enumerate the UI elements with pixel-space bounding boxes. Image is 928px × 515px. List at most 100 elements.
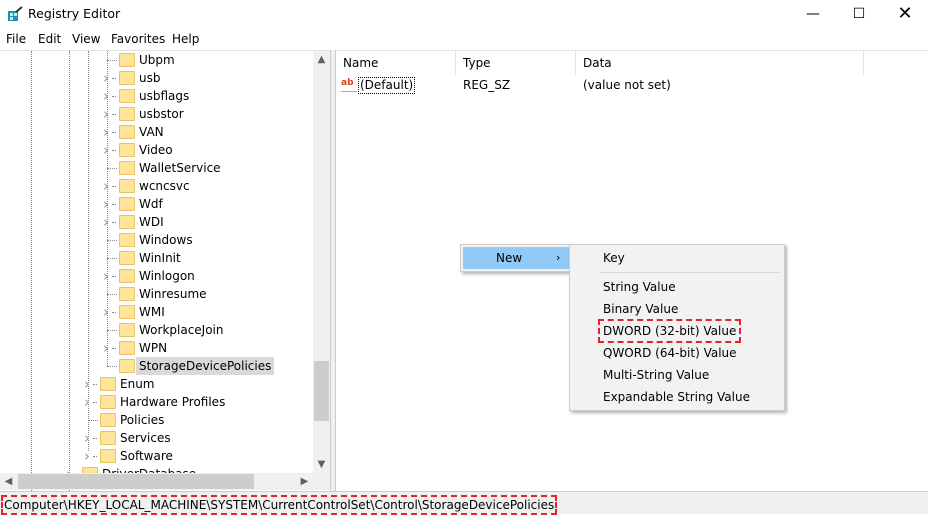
tree-item-label: Services xyxy=(120,431,171,445)
tree-item[interactable]: Winresume xyxy=(0,285,313,303)
registry-tree[interactable]: Ubpm › usb › usbflags › usbstor › VAN › Video Walle… xyxy=(0,50,330,491)
folder-icon xyxy=(100,413,116,427)
column-data[interactable]: Data xyxy=(576,51,864,75)
tree-item[interactable]: Windows xyxy=(0,231,313,249)
tree-item-label: WorkplaceJoin xyxy=(139,323,224,337)
tree-item-label: WMI xyxy=(139,305,165,319)
tree-item[interactable]: WinInit xyxy=(0,249,313,267)
submenu-binary-value[interactable]: Binary Value xyxy=(603,298,678,320)
menu-view[interactable]: View xyxy=(72,32,100,46)
value-data: (value not set) xyxy=(583,78,671,92)
submenu-expandable-string-value[interactable]: Expandable String Value xyxy=(603,386,750,408)
tree-item[interactable]: Ubpm xyxy=(0,51,313,69)
tree-item-label: Enum xyxy=(120,377,155,391)
tree-horizontal-scrollbar[interactable]: ◀ ▶ xyxy=(0,473,330,490)
tree-item-label: Windows xyxy=(139,233,193,247)
window-title: Registry Editor xyxy=(28,6,121,21)
tree-item-label: Winlogon xyxy=(139,269,195,283)
tree-item[interactable]: › Winlogon xyxy=(0,267,313,285)
title-bar: Registry Editor — ☐ ✕ xyxy=(0,0,928,30)
folder-icon xyxy=(119,197,135,211)
menu-item-new[interactable]: New › xyxy=(463,247,569,269)
submenu-qword-value[interactable]: QWORD (64-bit) Value xyxy=(603,342,737,364)
folder-icon xyxy=(119,143,135,157)
folder-icon xyxy=(119,89,135,103)
context-menu: New › xyxy=(460,244,570,272)
scroll-right-icon[interactable]: ▶ xyxy=(296,473,313,490)
menu-favorites[interactable]: Favorites xyxy=(111,32,165,46)
tree-item[interactable]: › Wdf xyxy=(0,195,313,213)
tree-vertical-scrollbar[interactable]: ▲ ▼ xyxy=(313,51,330,473)
scroll-left-icon[interactable]: ◀ xyxy=(0,473,17,490)
submenu-multi-string-value[interactable]: Multi-String Value xyxy=(603,364,709,386)
tree-item[interactable]: › VAN xyxy=(0,123,313,141)
tree-item[interactable]: StorageDevicePolicies xyxy=(0,357,313,375)
tree-item[interactable]: › usbstor xyxy=(0,105,313,123)
folder-icon xyxy=(119,305,135,319)
scroll-up-icon[interactable]: ▲ xyxy=(313,51,330,68)
submenu-string-value[interactable]: String Value xyxy=(603,276,676,298)
folder-icon xyxy=(119,251,135,265)
registry-path: Computer\HKEY_LOCAL_MACHINE\SYSTEM\Curre… xyxy=(1,495,558,515)
tree-item[interactable]: WorkplaceJoin xyxy=(0,321,313,339)
folder-icon xyxy=(119,341,135,355)
tree-item-label: StorageDevicePolicies xyxy=(136,357,275,375)
chevron-right-icon: › xyxy=(556,251,561,264)
folder-icon xyxy=(119,215,135,229)
value-type: REG_SZ xyxy=(463,78,511,92)
folder-icon xyxy=(119,125,135,139)
value-row[interactable]: ab (Default) REG_SZ (value not set) xyxy=(336,75,928,95)
folder-icon xyxy=(119,359,135,373)
column-name[interactable]: Name xyxy=(336,51,456,75)
menu-help[interactable]: Help xyxy=(172,32,199,46)
tree-item[interactable]: › usbflags xyxy=(0,87,313,105)
tree-item-label: usb xyxy=(139,71,161,85)
scroll-thumb[interactable] xyxy=(314,361,329,421)
tree-item[interactable]: › usb xyxy=(0,69,313,87)
tree-item-label: usbstor xyxy=(139,107,184,121)
tree-item-label: Winresume xyxy=(139,287,207,301)
submenu-key[interactable]: Key xyxy=(603,247,625,269)
folder-icon xyxy=(100,395,116,409)
folder-icon xyxy=(119,107,135,121)
maximize-button[interactable]: ☐ xyxy=(836,0,882,30)
tree-item[interactable]: › Video xyxy=(0,141,313,159)
regedit-icon xyxy=(8,6,23,21)
value-name: (Default) xyxy=(358,77,416,94)
folder-icon xyxy=(119,269,135,283)
submenu-dword-value[interactable]: DWORD (32-bit) Value xyxy=(598,319,742,343)
column-type[interactable]: Type xyxy=(456,51,576,75)
tree-item-label: WDI xyxy=(139,215,164,229)
folder-icon xyxy=(119,53,135,67)
tree-item[interactable]: Policies xyxy=(0,411,313,429)
tree-item-label: Wdf xyxy=(139,197,163,211)
minimize-button[interactable]: — xyxy=(790,0,836,30)
tree-item[interactable]: › Software xyxy=(0,447,313,465)
menu-separator xyxy=(600,272,780,273)
tree-item-label: WPN xyxy=(139,341,168,355)
close-button[interactable]: ✕ xyxy=(882,0,928,30)
new-submenu: Key String Value Binary Value DWORD (32-… xyxy=(569,244,785,411)
scroll-thumb[interactable] xyxy=(18,474,254,489)
folder-icon xyxy=(119,71,135,85)
string-value-icon: ab xyxy=(341,77,357,92)
tree-item-label: WinInit xyxy=(139,251,181,265)
folder-icon xyxy=(119,161,135,175)
tree-item-label: usbflags xyxy=(139,89,190,103)
folder-icon xyxy=(119,287,135,301)
tree-item[interactable]: › Services xyxy=(0,429,313,447)
tree-item[interactable]: › wcncsvc xyxy=(0,177,313,195)
menu-bar: File Edit View Favorites Help xyxy=(0,30,928,50)
tree-item[interactable]: › WDI xyxy=(0,213,313,231)
folder-icon xyxy=(119,233,135,247)
menu-file[interactable]: File xyxy=(6,32,26,46)
tree-item[interactable]: › Hardware Profiles xyxy=(0,393,313,411)
tree-item-label: wcncsvc xyxy=(139,179,190,193)
tree-item[interactable]: › Enum xyxy=(0,375,313,393)
tree-item[interactable]: › WPN xyxy=(0,339,313,357)
tree-item[interactable]: › WMI xyxy=(0,303,313,321)
folder-icon xyxy=(119,323,135,337)
tree-item[interactable]: WalletService xyxy=(0,159,313,177)
menu-edit[interactable]: Edit xyxy=(38,32,61,46)
scroll-down-icon[interactable]: ▼ xyxy=(313,456,330,473)
